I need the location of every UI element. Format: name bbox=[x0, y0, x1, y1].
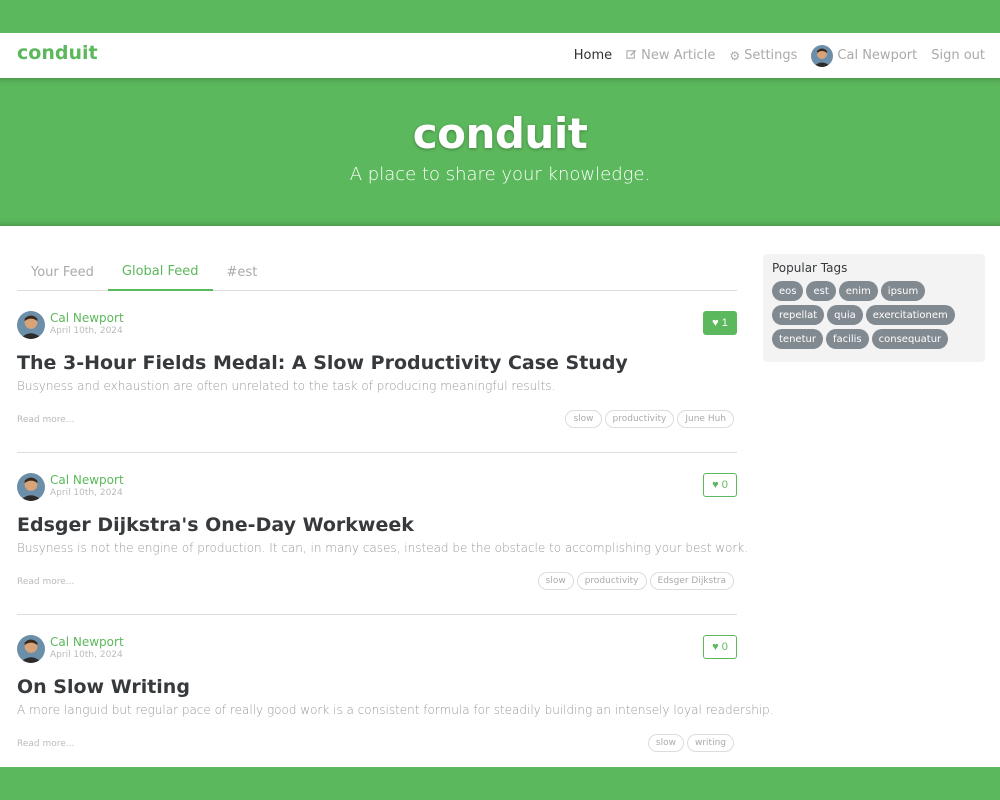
read-more-link[interactable]: Read more... bbox=[17, 577, 74, 587]
edit-icon bbox=[626, 49, 637, 63]
nav-sign-out[interactable]: Sign out bbox=[931, 48, 985, 63]
article-description: Busyness is not the engine of production… bbox=[17, 541, 749, 555]
brand-logo[interactable]: conduit bbox=[17, 42, 98, 64]
tag-pill[interactable]: repellat bbox=[772, 305, 825, 325]
favorite-count: 0 bbox=[721, 479, 728, 491]
author-avatar[interactable] bbox=[17, 635, 45, 663]
bottom-green-band bbox=[0, 767, 1000, 800]
author-avatar[interactable] bbox=[17, 473, 45, 501]
tag-pill[interactable]: tenetur bbox=[772, 329, 823, 349]
article-date: April 10th, 2024 bbox=[50, 650, 123, 660]
navbar: conduit Home New Article ⚙ Settings Cal … bbox=[0, 33, 1000, 78]
feed-tabs: Your Feed Global Feed #est bbox=[17, 253, 737, 291]
nav-new-article-label: New Article bbox=[641, 48, 716, 63]
article-meta: Cal Newport April 10th, 2024 ♥ 1 bbox=[17, 311, 737, 343]
nav-home[interactable]: Home bbox=[574, 48, 612, 63]
nav-profile-label: Cal Newport bbox=[837, 48, 918, 63]
heart-icon: ♥ bbox=[712, 641, 719, 653]
hero-banner: conduit A place to share your knowledge. bbox=[0, 78, 1000, 226]
author-name[interactable]: Cal Newport bbox=[50, 473, 124, 487]
tag-cloud: eos est enim ipsum repellat quia exercit… bbox=[772, 281, 976, 349]
favorite-button[interactable]: ♥ 0 bbox=[703, 635, 737, 659]
tag-pill[interactable]: est bbox=[806, 281, 836, 301]
tag-pill[interactable]: eos bbox=[772, 281, 804, 301]
article-description: Busyness and exhaustion are often unrela… bbox=[17, 379, 556, 393]
article-tag: productivity bbox=[576, 572, 647, 590]
author-name[interactable]: Cal Newport bbox=[50, 635, 124, 649]
heart-icon: ♥ bbox=[712, 479, 719, 491]
heart-icon: ♥ bbox=[712, 317, 719, 329]
nav-new-article[interactable]: New Article bbox=[626, 48, 715, 63]
popular-tags-sidebar: Popular Tags eos est enim ipsum repellat… bbox=[763, 254, 985, 362]
nav-profile[interactable]: Cal Newport bbox=[811, 44, 918, 67]
article-tag: writing bbox=[686, 734, 734, 752]
tag-pill[interactable]: ipsum bbox=[880, 281, 926, 301]
tag-pill[interactable]: consequatur bbox=[871, 329, 949, 349]
article-tag: Edsger Dijkstra bbox=[649, 572, 734, 590]
article-tag: slow bbox=[565, 410, 602, 428]
tab-global-feed[interactable]: Global Feed bbox=[107, 253, 213, 291]
article-tag: slow bbox=[647, 734, 684, 752]
read-more-link[interactable]: Read more... bbox=[17, 415, 74, 425]
article-date: April 10th, 2024 bbox=[50, 326, 123, 336]
article-tag-list: slow productivity Edsger Dijkstra bbox=[537, 572, 734, 590]
tab-your-feed[interactable]: Your Feed bbox=[17, 253, 108, 291]
tag-pill[interactable]: quia bbox=[827, 305, 863, 325]
nav-links: Home New Article ⚙ Settings Cal Newport … bbox=[574, 33, 985, 78]
banner-title: conduit bbox=[412, 109, 588, 158]
banner-subtitle: A place to share your knowledge. bbox=[349, 164, 651, 185]
article-tag: productivity bbox=[604, 410, 675, 428]
tab-tag-est[interactable]: #est bbox=[213, 253, 272, 291]
article-meta: Cal Newport April 10th, 2024 ♥ 0 bbox=[17, 635, 737, 667]
favorite-button[interactable]: ♥ 0 bbox=[703, 473, 737, 497]
article-title[interactable]: On Slow Writing bbox=[17, 676, 190, 698]
tag-pill[interactable]: enim bbox=[838, 281, 878, 301]
article-description: A more languid but regular pace of reall… bbox=[17, 703, 774, 717]
article-meta: Cal Newport April 10th, 2024 ♥ 0 bbox=[17, 473, 737, 505]
article-preview: Cal Newport April 10th, 2024 ♥ 0 Edsger … bbox=[17, 473, 748, 615]
nav-sign-out-label: Sign out bbox=[931, 48, 985, 63]
tag-pill[interactable]: exercitationem bbox=[865, 305, 955, 325]
article-title[interactable]: Edsger Dijkstra's One-Day Workweek bbox=[17, 514, 414, 536]
tag-pill[interactable]: facilis bbox=[825, 329, 869, 349]
article-tag: slow bbox=[537, 572, 574, 590]
author-name[interactable]: Cal Newport bbox=[50, 311, 124, 325]
nav-settings[interactable]: ⚙ Settings bbox=[729, 48, 797, 63]
gear-icon: ⚙ bbox=[729, 48, 741, 63]
article-title[interactable]: The 3-Hour Fields Medal: A Slow Producti… bbox=[17, 352, 628, 374]
favorite-count: 0 bbox=[721, 641, 728, 653]
article-tag: June Huh bbox=[677, 410, 734, 428]
favorite-button[interactable]: ♥ 1 bbox=[703, 311, 737, 335]
article-tag-list: slow productivity June Huh bbox=[565, 410, 734, 428]
sidebar-title: Popular Tags bbox=[772, 261, 848, 275]
read-more-link[interactable]: Read more... bbox=[17, 739, 74, 749]
avatar bbox=[811, 44, 834, 67]
nav-home-label: Home bbox=[573, 48, 613, 63]
article-preview: Cal Newport April 10th, 2024 ♥ 0 On Slow… bbox=[17, 635, 774, 767]
nav-settings-label: Settings bbox=[744, 48, 798, 63]
article-tag-list: slow writing bbox=[647, 734, 734, 752]
article-date: April 10th, 2024 bbox=[50, 488, 123, 498]
top-green-band bbox=[0, 0, 1000, 33]
article-preview: Cal Newport April 10th, 2024 ♥ 1 The 3-H… bbox=[17, 311, 737, 453]
author-avatar[interactable] bbox=[17, 311, 45, 339]
favorite-count: 1 bbox=[721, 317, 728, 329]
